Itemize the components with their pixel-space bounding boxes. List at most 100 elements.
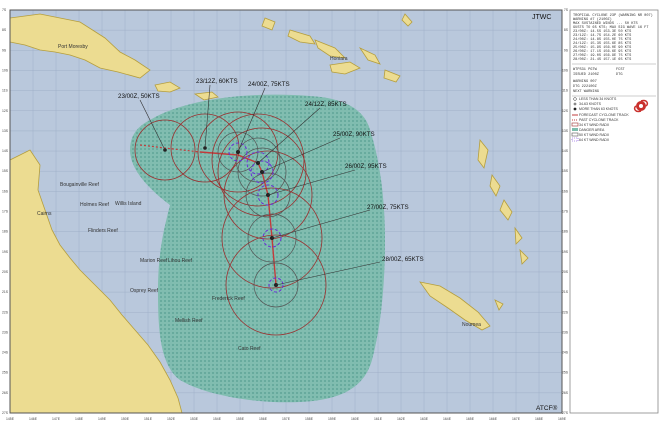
- longitude-tick-label: 151E: [144, 417, 153, 421]
- longitude-tick-label: 153E: [190, 417, 199, 421]
- latitude-ticks-right: 7S 8S 9S 10S 11S 12S 13S 14S 15S 16S 17S 18S 19S 20S 2…: [562, 8, 569, 415]
- tropical-cyclone-warning-map: 145E 146E 147E 148E 149E 150E 151E 152E 153E 154E…: [0, 0, 666, 430]
- legend-item-0: LESS THAN 34 KNOTS: [579, 97, 617, 101]
- longitude-tick-label: 154E: [213, 417, 222, 421]
- longitude-tick-label: 145E: [6, 417, 15, 421]
- latitude-tick-label: 26S: [2, 391, 9, 395]
- meta-left-1: ISSUED 2100Z: [573, 73, 600, 77]
- legend-item-2: MORE THAN 63 KNOTS: [579, 107, 618, 111]
- place-willis-island: Willis Island: [115, 201, 142, 207]
- longitude-tick-label: 159E: [328, 417, 337, 421]
- latitude-tick-label: 27S: [562, 411, 569, 415]
- legend-item-8: 64 KT WIND RADII: [579, 138, 609, 142]
- meta-line-1: DTG 222100Z: [573, 85, 598, 89]
- place-bougainville-reef: Bougainville Reef: [60, 182, 100, 188]
- latitude-tick-label: 24S: [2, 351, 9, 355]
- place-honiara: Honiara: [330, 56, 348, 62]
- latitude-tick-label: 25S: [2, 371, 9, 375]
- latitude-tick-label: 15S: [562, 169, 569, 173]
- legend-item-7: 50 KT WIND RADII: [579, 133, 609, 137]
- latitude-tick-label: 21S: [2, 290, 9, 294]
- forecast-label-26-00z: 26/00Z, 95KTS: [345, 163, 387, 170]
- latitude-tick-label: 10S: [562, 68, 569, 72]
- longitude-tick-label: 169E: [558, 417, 567, 421]
- legend-item-1: 34-63 KNOTS: [579, 102, 602, 106]
- latitude-tick-label: 8S: [564, 28, 569, 32]
- latitude-tick-label: 16S: [562, 189, 569, 193]
- legend-item-3: FORECAST CYCLONE TRACK: [579, 113, 629, 117]
- forecast-label-24-12z: 24/12Z, 85KTS: [305, 101, 347, 108]
- place-mellish-reef: Mellish Reef: [175, 318, 203, 324]
- longitude-tick-label: 160E: [351, 417, 360, 421]
- longitude-tick-label: 168E: [535, 417, 544, 421]
- latitude-tick-label: 25S: [562, 371, 569, 375]
- place-holmes-reef: Holmes Reef: [80, 202, 110, 208]
- latitude-tick-label: 10S: [2, 68, 9, 72]
- latitude-tick-label: 19S: [562, 250, 569, 254]
- latitude-tick-label: 22S: [2, 310, 9, 314]
- latitude-tick-label: 14S: [562, 149, 569, 153]
- forecast-label-28-00z: 28/00Z, 65KTS: [382, 256, 424, 263]
- latitude-tick-label: 21S: [562, 290, 569, 294]
- latitude-ticks-left: 7S 8S 9S 10S 11S 12S 13S 14S 15S 16S 17S 18S 19S 20S 2…: [2, 8, 9, 415]
- longitude-tick-label: 157E: [282, 417, 291, 421]
- forecast-label-24-00z: 24/00Z, 75KTS: [248, 81, 290, 88]
- latitude-tick-label: 14S: [2, 149, 9, 153]
- place-noumea: Noumea: [462, 322, 481, 328]
- latitude-tick-label: 27S: [2, 411, 9, 415]
- latitude-tick-label: 7S: [564, 8, 569, 12]
- legend-item-6: DANGER AREA: [579, 128, 605, 132]
- latitude-tick-label: 12S: [2, 109, 9, 113]
- longitude-tick-label: 164E: [443, 417, 452, 421]
- latitude-tick-label: 17S: [562, 210, 569, 214]
- longitude-tick-label: 163E: [420, 417, 429, 421]
- longitude-tick-label: 162E: [397, 417, 406, 421]
- high-wind-symbol-icon: [573, 107, 577, 111]
- map-canvas: 145E 146E 147E 148E 149E 150E 151E 152E 153E 154E…: [2, 8, 659, 421]
- meta-right-0: FCST: [616, 68, 625, 72]
- agency-label: JTWC: [532, 14, 551, 21]
- longitude-tick-label: 167E: [512, 417, 521, 421]
- longitude-tick-label: 148E: [75, 417, 84, 421]
- warning-text-line: 28/00Z: 21.4S 157.1E 65 KTS: [573, 57, 631, 62]
- latitude-tick-label: 18S: [562, 230, 569, 234]
- meta-line-0: WARNING 007: [573, 80, 597, 84]
- longitude-tick-label: 161E: [374, 417, 383, 421]
- place-cato-reef: Cato Reef: [238, 346, 261, 352]
- legend-item-5: 34 KT WIND RADII: [579, 123, 609, 127]
- latitude-tick-label: 18S: [2, 230, 9, 234]
- longitude-tick-label: 158E: [305, 417, 314, 421]
- latitude-tick-label: 20S: [2, 270, 9, 274]
- latitude-tick-label: 9S: [564, 48, 569, 52]
- danger-area-swatch: [572, 128, 578, 131]
- latitude-tick-label: 13S: [562, 129, 569, 133]
- place-cairns: Cairns: [37, 211, 52, 217]
- latitude-tick-label: 8S: [2, 28, 7, 32]
- meta-right-1: DTG: [616, 73, 622, 77]
- latitude-tick-label: 24S: [562, 351, 569, 355]
- longitude-tick-label: 150E: [121, 417, 130, 421]
- latitude-tick-label: 22S: [562, 310, 569, 314]
- latitude-tick-label: 20S: [562, 270, 569, 274]
- place-osprey-reef: Osprey Reef: [130, 288, 159, 294]
- longitude-tick-label: 166E: [489, 417, 498, 421]
- latitude-tick-label: 17S: [2, 210, 9, 214]
- longitude-tick-label: 147E: [52, 417, 61, 421]
- latitude-tick-label: 15S: [2, 169, 9, 173]
- meta-left-0: WTPS31 PGTW: [573, 68, 598, 72]
- latitude-tick-label: 23S: [2, 330, 9, 334]
- latitude-tick-label: 7S: [2, 8, 7, 12]
- latitude-tick-label: 16S: [2, 189, 9, 193]
- longitude-tick-label: 146E: [29, 417, 38, 421]
- place-marion-reef: Marion Reef: [140, 258, 168, 264]
- latitude-tick-label: 11S: [562, 89, 569, 93]
- forecast-label-27-00z: 27/00Z, 75KTS: [367, 204, 409, 211]
- mid-wind-symbol-icon: [573, 102, 577, 106]
- place-lihou-reef: Lihou Reef: [168, 258, 193, 264]
- place-port-moresby: Port Moresby: [58, 44, 88, 50]
- latitude-tick-label: 19S: [2, 250, 9, 254]
- latitude-tick-label: 9S: [2, 48, 7, 52]
- longitude-tick-label: 165E: [466, 417, 475, 421]
- latitude-tick-label: 13S: [2, 129, 9, 133]
- meta-line-2: NEXT WARNING: [573, 90, 599, 94]
